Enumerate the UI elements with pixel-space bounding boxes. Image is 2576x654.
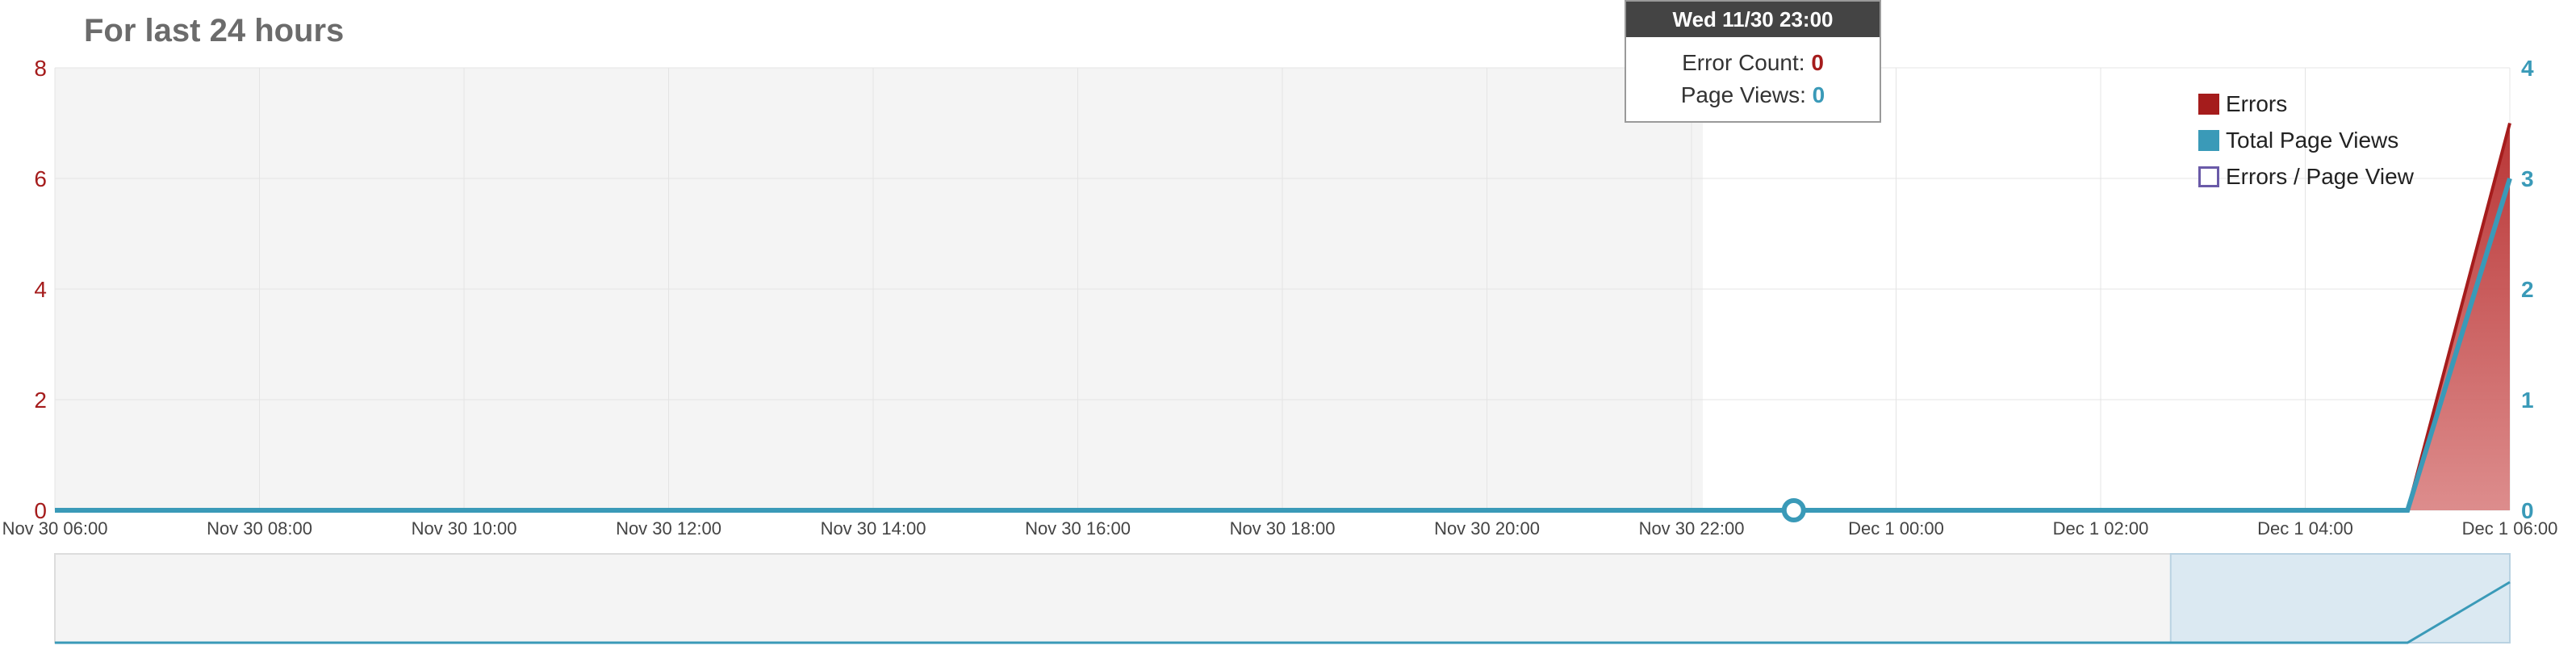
legend-item-total-page-views[interactable]: Total Page Views	[2198, 122, 2414, 158]
x-axis-tick-label: Nov 30 06:00	[2, 518, 108, 539]
right-y-axis: 01234	[2521, 56, 2534, 523]
left-y-axis: 02468	[34, 56, 47, 523]
right-axis-tick-label: 1	[2521, 388, 2534, 413]
tooltip-header: Wed 11/30 23:00	[1626, 2, 1880, 37]
x-axis-tick-label: Nov 30 10:00	[412, 518, 517, 539]
navigator[interactable]	[54, 553, 2511, 644]
x-axis: Nov 30 06:00 Nov 30 08:00 Nov 30 10:00 Nov …	[2, 518, 2558, 539]
left-axis-tick-label: 4	[34, 277, 47, 302]
legend: Errors Total Page Views Errors / Page Vi…	[2198, 86, 2414, 195]
x-axis-tick-label: Dec 1 00:00	[1848, 518, 1944, 539]
legend-item-errors-per-page-view[interactable]: Errors / Page View	[2198, 158, 2414, 195]
tooltip-error-value: 0	[1811, 50, 1824, 75]
right-axis-tick-label: 2	[2521, 277, 2534, 302]
x-axis-tick-label: Nov 30 12:00	[616, 518, 721, 539]
left-axis-tick-label: 2	[34, 388, 47, 413]
left-axis-tick-label: 8	[34, 56, 47, 81]
chart-svg: 02468 01234 Nov 30 06:00 Nov 30 08:00 Nov …	[2, 56, 2558, 644]
x-axis-tick-label: Nov 30 14:00	[821, 518, 926, 539]
legend-label-errors-per-page-view: Errors / Page View	[2226, 163, 2414, 189]
navigator-background	[54, 553, 2511, 644]
legend-swatch-total-page-views	[2198, 129, 2219, 151]
x-axis-tick-label: Nov 30 22:00	[1639, 518, 1745, 539]
x-axis-tick-label: Nov 30 08:00	[207, 518, 312, 539]
highlighted-point-marker	[1781, 498, 1806, 522]
x-axis-tick-label: Nov 30 18:00	[1230, 518, 1336, 539]
right-axis-tick-label: 3	[2521, 166, 2534, 191]
legend-swatch-errors-per-page-view	[2198, 166, 2219, 187]
legend-swatch-errors	[2198, 93, 2219, 115]
tooltip-error-label: Error Count:	[1682, 50, 1805, 75]
x-axis-tick-label: Nov 30 20:00	[1434, 518, 1540, 539]
x-axis-tick-label: Nov 30 16:00	[1025, 518, 1131, 539]
tooltip: Wed 11/30 23:00 Error Count: 0 Page View…	[1625, 0, 1881, 123]
legend-item-errors[interactable]: Errors	[2198, 86, 2414, 122]
x-axis-tick-label: Dec 1 06:00	[2462, 518, 2558, 539]
right-axis-tick-label: 4	[2521, 56, 2534, 81]
chart-widget: For last 24 hours 02468 01234 Nov 30 06:…	[0, 0, 2576, 654]
x-axis-tick-label: Dec 1 04:00	[2257, 518, 2353, 539]
tooltip-views-value: 0	[1812, 82, 1825, 107]
legend-label-total-page-views: Total Page Views	[2226, 127, 2399, 153]
x-axis-tick-label: Dec 1 02:00	[2053, 518, 2149, 539]
tooltip-views-label: Page Views:	[1680, 82, 1806, 107]
left-axis-tick-label: 6	[34, 166, 47, 191]
tooltip-views-row: Page Views: 0	[1626, 79, 1880, 111]
navigator-selection	[2169, 553, 2511, 644]
legend-label-errors: Errors	[2226, 90, 2288, 116]
tooltip-error-row: Error Count: 0	[1626, 47, 1880, 79]
